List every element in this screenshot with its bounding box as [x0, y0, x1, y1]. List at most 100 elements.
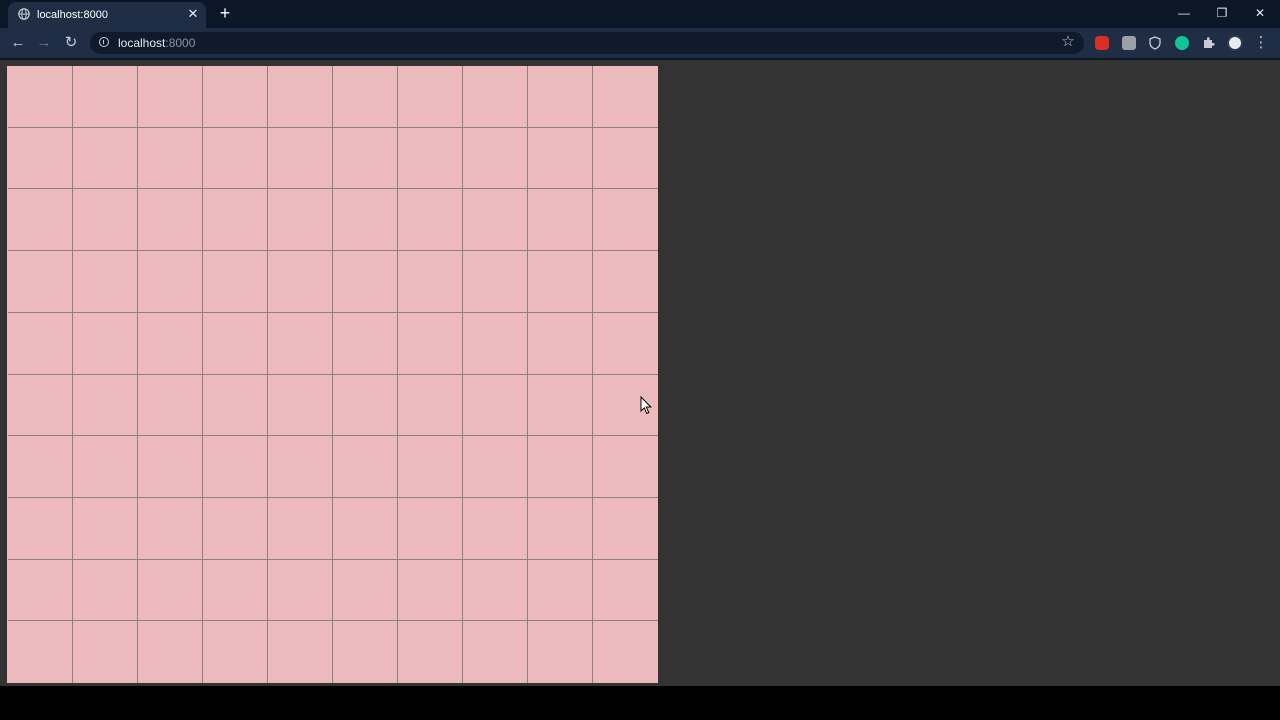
- grid-cell[interactable]: [138, 436, 203, 498]
- grid-cell[interactable]: [203, 497, 268, 560]
- grid-cell[interactable]: [203, 436, 268, 498]
- puzzle-extensions-icon[interactable]: [1201, 36, 1215, 50]
- grid-cell[interactable]: [203, 66, 268, 128]
- grid-cell[interactable]: [138, 189, 203, 252]
- grid-cell[interactable]: [463, 251, 528, 313]
- grid-cell[interactable]: [138, 621, 203, 683]
- grid-cell[interactable]: [528, 497, 593, 560]
- forward-button[interactable]: →: [35, 34, 53, 52]
- grid-cell[interactable]: [528, 66, 593, 128]
- grid-cell[interactable]: [8, 312, 73, 375]
- grid-cell[interactable]: [203, 189, 268, 252]
- grid-cell[interactable]: [268, 436, 333, 498]
- grid-cell[interactable]: [398, 559, 463, 622]
- grid-cell[interactable]: [268, 127, 333, 190]
- grid-cell[interactable]: [73, 66, 138, 128]
- grid-cell[interactable]: [528, 251, 593, 313]
- grid-cell[interactable]: [138, 497, 203, 560]
- red-shield-extension-icon[interactable]: [1095, 36, 1109, 50]
- grid-cell[interactable]: [463, 312, 528, 375]
- grid-cell[interactable]: [268, 497, 333, 560]
- reload-button[interactable]: ↻: [62, 34, 80, 52]
- grid-cell[interactable]: [73, 497, 138, 560]
- grid-cell[interactable]: [8, 374, 73, 437]
- grid-cell[interactable]: [8, 497, 73, 560]
- grid-cell[interactable]: [138, 559, 203, 622]
- grid-cell[interactable]: [528, 127, 593, 190]
- grid-cell[interactable]: [398, 66, 463, 128]
- grid-cell[interactable]: [528, 312, 593, 375]
- grammarly-extension-icon[interactable]: [1175, 36, 1189, 50]
- grid-cell[interactable]: [398, 436, 463, 498]
- grid-cell[interactable]: [268, 621, 333, 683]
- grid-cell[interactable]: [73, 436, 138, 498]
- grid-cell[interactable]: [203, 312, 268, 375]
- tab-localhost[interactable]: localhost:8000 ✕: [8, 2, 206, 28]
- grid-cell[interactable]: [138, 312, 203, 375]
- grid-cell[interactable]: [203, 559, 268, 622]
- grid-cell[interactable]: [463, 436, 528, 498]
- back-button[interactable]: ←: [9, 34, 27, 52]
- restore-button[interactable]: ❐: [1204, 2, 1240, 24]
- grid-cell[interactable]: [73, 127, 138, 190]
- grid-cell[interactable]: [463, 497, 528, 560]
- grid-cell[interactable]: [203, 127, 268, 190]
- grid-cell[interactable]: [398, 251, 463, 313]
- grid-cell[interactable]: [333, 66, 398, 128]
- grid-cell[interactable]: [203, 374, 268, 437]
- grid-cell[interactable]: [138, 374, 203, 437]
- grid-cell[interactable]: [593, 497, 658, 560]
- grid-cell[interactable]: [333, 312, 398, 375]
- site-info-icon[interactable]: [99, 37, 109, 47]
- grid-cell[interactable]: [73, 312, 138, 375]
- grid-cell[interactable]: [593, 621, 658, 683]
- new-tab-button[interactable]: +: [216, 4, 234, 22]
- bookmark-star-icon[interactable]: ☆: [1060, 34, 1076, 50]
- grid-cell[interactable]: [528, 189, 593, 252]
- grid-cell[interactable]: [203, 621, 268, 683]
- grid-cell[interactable]: [528, 436, 593, 498]
- grid-cell[interactable]: [593, 127, 658, 190]
- grid-cell[interactable]: [528, 621, 593, 683]
- grid-cell[interactable]: [398, 621, 463, 683]
- grid-cell[interactable]: [463, 127, 528, 190]
- grid-cell[interactable]: [8, 127, 73, 190]
- grid-cell[interactable]: [593, 436, 658, 498]
- grid-cell[interactable]: [333, 621, 398, 683]
- grid-cell[interactable]: [463, 621, 528, 683]
- window-close-button[interactable]: ✕: [1242, 2, 1278, 24]
- grid-cell[interactable]: [398, 497, 463, 560]
- grid-cell[interactable]: [333, 251, 398, 313]
- grid-cell[interactable]: [463, 66, 528, 128]
- grid-cell[interactable]: [73, 251, 138, 313]
- address-bar[interactable]: localhost:8000 ☆: [90, 32, 1084, 54]
- grid-cell[interactable]: [8, 66, 73, 128]
- grid-cell[interactable]: [268, 66, 333, 128]
- grid-cell[interactable]: [463, 189, 528, 252]
- grid-cell[interactable]: [333, 189, 398, 252]
- profile-avatar[interactable]: [1227, 35, 1243, 51]
- grid-cell[interactable]: [333, 127, 398, 190]
- grid-cell[interactable]: [203, 251, 268, 313]
- grid-cell[interactable]: [593, 189, 658, 252]
- grid-cell[interactable]: [398, 189, 463, 252]
- k-extension-icon[interactable]: [1122, 36, 1136, 50]
- grid-cell[interactable]: [73, 374, 138, 437]
- grid-cell[interactable]: [333, 436, 398, 498]
- grid-cell[interactable]: [138, 66, 203, 128]
- grid-cell[interactable]: [333, 374, 398, 437]
- grid-cell[interactable]: [73, 621, 138, 683]
- grid-cell[interactable]: [138, 127, 203, 190]
- grid-cell[interactable]: [138, 251, 203, 313]
- browser-menu-button[interactable]: ⋮: [1252, 34, 1270, 52]
- grid-cell[interactable]: [268, 251, 333, 313]
- grid-cell[interactable]: [593, 559, 658, 622]
- grid-cell[interactable]: [398, 374, 463, 437]
- grid-cell[interactable]: [73, 559, 138, 622]
- grid-cell[interactable]: [8, 251, 73, 313]
- grid-cell[interactable]: [528, 559, 593, 622]
- grid-cell[interactable]: [463, 374, 528, 437]
- minimize-button[interactable]: —: [1166, 2, 1202, 24]
- grid-cell[interactable]: [593, 312, 658, 375]
- grid-cell[interactable]: [268, 559, 333, 622]
